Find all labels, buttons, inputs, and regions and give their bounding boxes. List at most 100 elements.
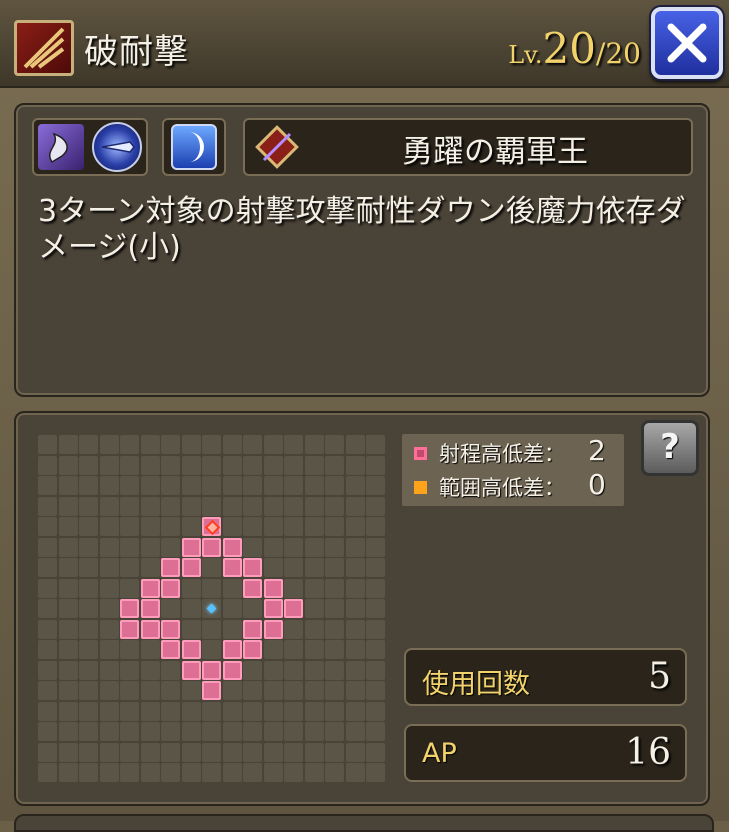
grid-cell [140,537,160,557]
grid-cell [284,496,303,516]
grid-cell [120,558,139,577]
grid-cell [140,763,160,782]
grid-cell [99,681,119,700]
grid-cell [99,599,119,618]
grid-cell [38,517,57,536]
target-marker-icon [204,519,221,536]
grid-cell [99,476,119,495]
area-swatch [414,480,427,494]
range-cell [222,640,242,659]
grid-cell [222,435,242,454]
range-cell [140,619,160,639]
grid-cell [38,435,57,454]
grid-cell [120,537,139,557]
grid-cell [284,558,303,577]
grid-cell [202,701,221,721]
grid-cell [222,599,242,618]
grid-cell [181,435,201,454]
grid-cell [366,476,385,495]
grid-cell [263,640,283,659]
grid-cell [140,742,160,762]
close-button[interactable] [651,7,723,79]
grid-cell [120,701,139,721]
grid-cell [161,435,180,454]
grid-cell [99,763,119,782]
skill-description: 3ターン対象の射撃攻撃耐性ダウン後魔力依存ダメージ(小) [38,194,686,265]
help-button[interactable]: ? [641,420,699,476]
range-cell [202,537,221,557]
grid-cell [38,496,57,516]
grid-cell [140,558,160,577]
grid-cell [284,660,303,680]
grid-cell [99,537,119,557]
area-height-value: 0 [588,468,606,501]
grid-cell [140,660,160,680]
grid-cell [38,722,57,741]
grid-cell [284,640,303,659]
grid-cell [222,763,242,782]
grid-cell [140,496,160,516]
grid-cell [202,722,221,741]
grid-cell [38,742,57,762]
grid-cell [304,619,324,639]
grid-cell [345,435,365,454]
grid-cell [99,435,119,454]
grid-cell [181,476,201,495]
grid-cell [181,599,201,618]
ap-label: AP [422,738,457,769]
header-bar: 破耐撃 Lv.20/20 [0,0,729,88]
grid-cell [38,537,57,557]
range-cell [140,578,160,598]
range-cell [181,640,201,659]
grid-cell [222,496,242,516]
grid-cell [284,476,303,495]
grid-cell [304,435,324,454]
grid-cell [58,681,78,700]
grid-cell [263,517,283,536]
grid-cell [99,558,119,577]
weapon-type-icon [92,122,142,172]
grid-cell [325,517,344,536]
grid-cell [222,701,242,721]
grid-cell [58,619,78,639]
grid-cell [79,455,98,475]
grid-cell [304,558,324,577]
grid-cell [222,681,242,700]
grid-cell [304,722,324,741]
grid-cell [120,455,139,475]
grid-cell [58,435,78,454]
grid-cell [161,660,180,680]
range-cell [243,640,262,659]
grid-cell [325,496,344,516]
grid-cell [181,578,201,598]
grid-cell [58,599,78,618]
grid-cell [120,681,139,700]
grid-cell [161,599,180,618]
grid-cell [263,681,283,700]
bow-icon [252,124,302,170]
grid-cell [345,599,365,618]
grid-cell [243,763,262,782]
grid-cell [243,476,262,495]
grid-cell [181,763,201,782]
grid-cell [325,537,344,557]
grid-cell [140,722,160,741]
origin-cell [202,599,221,618]
grid-cell [181,722,201,741]
ap-value: 16 [625,732,671,773]
range-grid [38,435,385,782]
level-label: Lv. [508,41,543,69]
grid-cell [263,722,283,741]
range-cell [161,578,180,598]
grid-cell [284,763,303,782]
grid-cell [243,660,262,680]
range-cell [181,537,201,557]
grid-cell [181,517,201,536]
grid-cell [325,558,344,577]
skill-name: 破耐撃 [84,32,189,72]
grid-cell [161,496,180,516]
slash-icon [14,20,74,76]
grid-cell [161,537,180,557]
grid-cell [366,599,385,618]
grid-cell [99,742,119,762]
